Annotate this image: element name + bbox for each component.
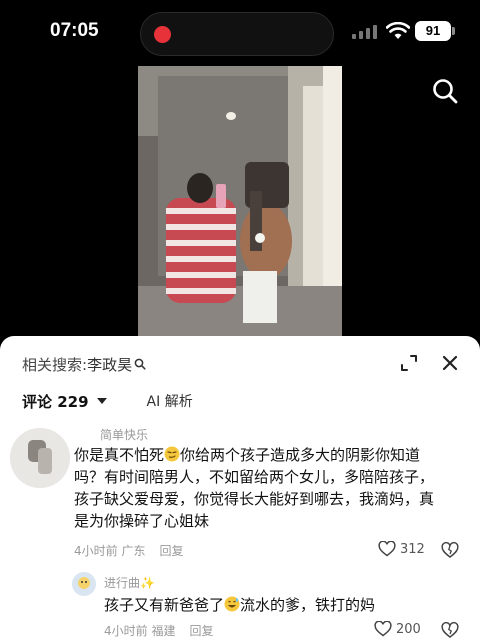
like-button[interactable]: 200 xyxy=(374,621,421,637)
avatar[interactable] xyxy=(72,572,96,596)
comment-text-part2: 流水的爹，铁打的妈 xyxy=(240,596,376,614)
related-search-link[interactable]: 相关搜索: 李政昊 xyxy=(22,352,146,376)
like-count: 312 xyxy=(400,541,425,557)
tab-comments-label: 评论 229 xyxy=(22,392,89,411)
grin-sweat-emoji-icon xyxy=(224,596,240,612)
caret-down-icon xyxy=(96,398,107,404)
dynamic-island xyxy=(140,12,334,56)
recording-dot-icon xyxy=(154,26,171,43)
tab-ai-analysis[interactable]: AI 解析 xyxy=(147,391,193,411)
reply-button[interactable]: 回复 xyxy=(189,622,213,638)
close-icon[interactable] xyxy=(438,351,462,375)
video-frame-image xyxy=(138,66,342,342)
avatar[interactable] xyxy=(10,428,70,488)
related-search-label: 相关搜索: xyxy=(22,355,88,374)
status-bar: 07:05 91 xyxy=(0,0,480,66)
like-count: 200 xyxy=(396,621,421,637)
heart-icon xyxy=(374,621,392,637)
avatar-image xyxy=(10,428,70,488)
comment-time-location: 4小时前 福建 xyxy=(104,624,176,638)
video-player[interactable] xyxy=(138,66,342,342)
comment-text: 孩子又有新爸爸了 流水的爹，铁打的妈 xyxy=(104,594,434,616)
related-search-query: 李政昊 xyxy=(87,355,133,374)
battery-indicator: 91 xyxy=(415,21,451,41)
reply-button[interactable]: 回复 xyxy=(159,542,183,559)
search-small-icon xyxy=(134,358,146,370)
dislike-icon[interactable] xyxy=(441,541,459,559)
avatar-image xyxy=(72,572,96,596)
comment-item: 进行曲✨ 孩子又有新爸爸了 流水的爹，铁打的妈 4小时前 福建 回复 200 xyxy=(0,568,480,638)
search-icon[interactable] xyxy=(430,76,460,106)
comment-text-part1: 你是真不怕死 xyxy=(74,446,165,464)
comment-text: 你是真不怕死 你给两个孩子造成多大的阴影你知道吗？有时间陪男人，不如留给两个女儿，… xyxy=(74,444,446,532)
wifi-icon xyxy=(386,22,410,39)
comment-username[interactable]: 进行曲✨ xyxy=(104,574,155,591)
comment-time-location: 4小时前 广东 xyxy=(74,544,146,558)
comment-meta: 4小时前 福建 回复 xyxy=(104,622,213,638)
tab-comments[interactable]: 评论 229 xyxy=(22,391,107,412)
comments-sheet: 相关搜索: 李政昊 评论 229 AI 解析 简单快乐 你是真不怕死 你给两个孩… xyxy=(0,336,480,638)
comment-item: 简单快乐 你是真不怕死 你给两个孩子造成多大的阴影你知道吗？有时间陪男人，不如留给… xyxy=(0,424,480,558)
dislike-icon[interactable] xyxy=(441,621,459,638)
comment-text-part1: 孩子又有新爸爸了 xyxy=(104,596,225,614)
status-time: 07:05 xyxy=(50,20,99,41)
battery-nub xyxy=(452,27,455,35)
comment-username[interactable]: 简单快乐 xyxy=(100,426,148,443)
comment-tabs: 评论 229 AI 解析 xyxy=(22,390,193,412)
cellular-signal-icon xyxy=(352,25,377,39)
comment-meta: 4小时前 广东 回复 xyxy=(74,542,183,559)
heart-icon xyxy=(378,541,396,557)
like-button[interactable]: 312 xyxy=(378,541,425,557)
smirk-emoji-icon xyxy=(164,446,180,462)
expand-icon[interactable] xyxy=(398,352,420,374)
